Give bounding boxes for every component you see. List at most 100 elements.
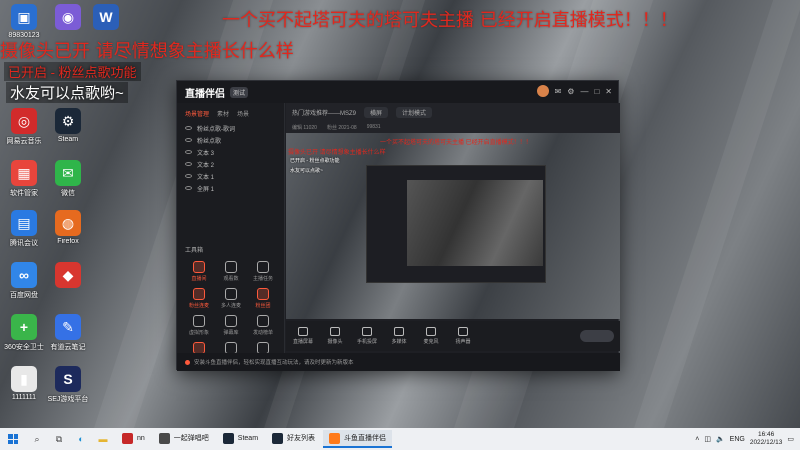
tray-expand-icon[interactable]: ˄ — [695, 436, 699, 443]
taskbar-app[interactable]: 好友列表 — [266, 430, 321, 448]
desktop-icon[interactable]: ◍ Firefox — [46, 210, 90, 245]
orientation-button[interactable]: 横屏 — [364, 106, 389, 118]
taskbar-app-icon — [158, 432, 170, 444]
scene-item-label: 文本 3 — [197, 150, 215, 157]
live-preview[interactable]: 一个买不起塔可夫的塔可夫主播 已经开启直播模式！！！ 摄像头已开 请尽情想象主播… — [286, 133, 620, 319]
overlay-song-request-text: 已开启 - 粉丝点歌功能 — [8, 65, 137, 80]
toolbox-item[interactable]: 虚拟形象 — [183, 315, 215, 336]
search-icon[interactable]: ⌕ — [26, 428, 48, 450]
taskbar-app[interactable]: 一起弹唱吧 — [153, 430, 215, 448]
source-control-button[interactable]: 麦克风 — [420, 327, 442, 345]
source-control-button[interactable]: 手机投屏 — [356, 327, 378, 345]
tip-text: 安装斗鱼直播伴侣，轻松实现直播互动玩法，请及时更新为新版本 — [194, 360, 354, 366]
scene-item[interactable]: 文本 3 — [177, 146, 284, 158]
maximize-icon[interactable]: □ — [594, 87, 599, 96]
toolbox-item[interactable]: 多人连麦 — [215, 288, 247, 309]
visibility-icon[interactable] — [185, 138, 192, 142]
desktop-icon[interactable]: ◆ — [46, 262, 90, 290]
language-indicator[interactable]: ENG — [730, 436, 745, 443]
avatar[interactable] — [536, 85, 549, 97]
app-tip-bar: 安装斗鱼直播伴侣，轻松实现直播互动玩法，请及时更新为新版本 — [177, 353, 620, 371]
preview-overlay-title: 一个买不起塔可夫的塔可夫主播 已经开启直播模式！！！ — [380, 140, 532, 146]
edge-icon[interactable]: ◐ — [70, 428, 92, 450]
scene-item[interactable]: 粉丝点歌-歌词 — [177, 122, 284, 134]
stat-id: 99831 — [366, 124, 381, 130]
scene-item-label: 全屏 1 — [197, 186, 215, 193]
tab-assets[interactable]: 素材 — [217, 109, 229, 118]
toolbox-item[interactable]: 粉丝团 — [247, 288, 279, 309]
desktop-icon[interactable]: ▣ 89830123 — [2, 4, 46, 39]
visibility-icon[interactable] — [185, 174, 192, 178]
start-button[interactable] — [0, 428, 26, 450]
app-icon: ◍ — [55, 210, 81, 236]
toolbox-item[interactable]: 观看数 — [215, 261, 247, 282]
clock[interactable]: 16:46 2022/12/13 — [750, 431, 783, 447]
desktop-icon[interactable]: W — [84, 4, 128, 32]
tool-label: 观看数 — [223, 276, 239, 282]
desktop-icon-label: 腾讯会议 — [10, 240, 38, 247]
app-icon: W — [93, 4, 119, 30]
desktop-icon[interactable]: ⚙ Steam — [46, 108, 90, 143]
visibility-icon[interactable] — [185, 126, 192, 130]
desktop-icon[interactable]: ✉ 微信 — [46, 160, 90, 198]
stream-title[interactable]: 热门游戏推荐——MSZ9 — [292, 108, 356, 117]
desktop-icon-label: 软件管家 — [10, 190, 38, 197]
toolbox-item[interactable]: 弹幕库 — [215, 315, 247, 336]
toolbox-item[interactable]: 直播间 — [183, 261, 215, 282]
scene-item[interactable]: 粉丝点歌 — [177, 134, 284, 146]
tip-icon — [185, 359, 190, 365]
scene-list: 粉丝点歌-歌词 粉丝点歌文本 3 文本 2 文本 1 全屏 1 — [177, 122, 284, 194]
preview-overlay-hint: 水友可以点歌~ — [290, 168, 323, 174]
source-label: 多媒体 — [391, 339, 407, 345]
source-control-button[interactable]: 直播屏幕 — [292, 327, 314, 345]
toolbox-item[interactable]: 发动榜单 — [247, 315, 279, 336]
taskbar-app[interactable]: 斗鱼直播伴侣 — [323, 430, 393, 448]
tab-scene-manage[interactable]: 场景管理 — [185, 109, 209, 118]
settings-icon[interactable]: ⚙ — [567, 87, 574, 96]
tool-label: 弹幕库 — [223, 330, 239, 336]
network-icon[interactable]: ◫ — [704, 435, 711, 443]
stream-title-bar: 热门游戏推荐——MSZ9 横屏 计划模式 — [286, 103, 620, 121]
taskbar-app-icon — [329, 432, 341, 444]
source-control-button[interactable]: 摄像头 — [324, 327, 346, 345]
desktop-icon[interactable]: +360安全卫士 — [2, 314, 46, 352]
notification-icon[interactable]: ▭ — [787, 435, 794, 443]
taskbar-app[interactable]: Steam — [217, 430, 264, 448]
visibility-icon[interactable] — [185, 186, 192, 190]
stat-fans: 粉丝 2021-08 — [326, 124, 357, 131]
file-explorer-icon[interactable]: ▬ — [92, 428, 114, 450]
source-control-button[interactable]: 扬声器 — [452, 327, 474, 345]
scene-item[interactable]: 文本 2 — [177, 158, 284, 170]
visibility-icon[interactable] — [185, 150, 192, 154]
toolbox-item[interactable]: 主播任务 — [247, 261, 279, 282]
toolbox-item[interactable]: 粉丝连麦 — [183, 288, 215, 309]
app-icon: ∞ — [11, 262, 37, 288]
scene-item[interactable]: 文本 1 — [177, 170, 284, 182]
source-label: 直播屏幕 — [292, 339, 313, 345]
tab-scenes[interactable]: 场景 — [237, 109, 249, 118]
close-icon[interactable]: ✕ — [605, 87, 612, 96]
desktop-icon[interactable]: ✎ 有道云笔记 — [46, 314, 90, 352]
desktop-icon-label: Firefox — [57, 238, 79, 245]
minimize-icon[interactable]: — — [580, 87, 588, 96]
start-live-button[interactable] — [580, 330, 614, 342]
volume-icon[interactable]: 🔈 — [716, 435, 725, 443]
desktop-icon[interactable]: ▤ 腾讯会议 — [2, 210, 46, 248]
message-icon[interactable]: ✉ — [555, 87, 562, 96]
desktop-icon[interactable]: ▦ 软件管家 — [2, 160, 46, 198]
tool-icon — [225, 261, 237, 273]
desktop-icon[interactable]: S SEJ游戏平台 — [46, 366, 90, 404]
desktop-icon-label: 百度网盘 — [10, 292, 38, 299]
desktop-icon[interactable]: ∞ 百度网盘 — [2, 262, 46, 300]
tool-label: 粉丝连麦 — [188, 303, 209, 309]
tool-icon — [257, 288, 269, 300]
source-control-button[interactable]: 多媒体 — [388, 327, 410, 345]
desktop-icon[interactable]: ◎ 网易云音乐 — [2, 108, 46, 146]
task-view-icon[interactable]: ⧉ — [48, 428, 70, 450]
desktop-icon[interactable]: ▮ 1111111 — [2, 366, 46, 401]
app-icon: + — [11, 314, 37, 340]
scene-item[interactable]: 全屏 1 — [177, 182, 284, 194]
mode-selector[interactable]: 计划模式 — [396, 106, 433, 118]
visibility-icon[interactable] — [185, 162, 192, 166]
taskbar-app[interactable]: nn — [116, 430, 151, 448]
